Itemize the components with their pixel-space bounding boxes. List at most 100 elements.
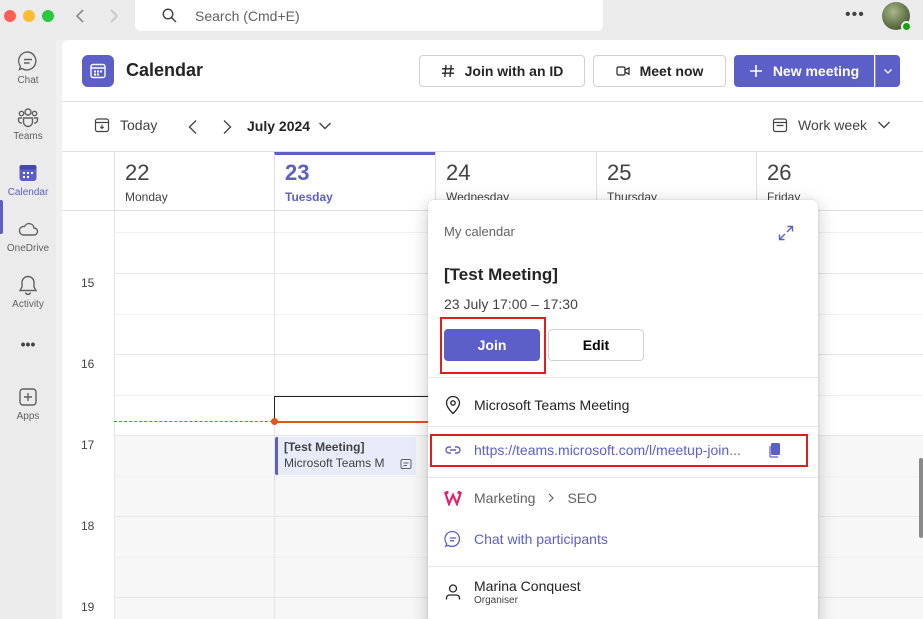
grid-column-line (114, 211, 115, 619)
rail-item-apps[interactable]: Apps (0, 386, 56, 422)
calendar-event[interactable]: [Test Meeting] Microsoft Teams M (275, 437, 416, 475)
rail-item-label: Teams (13, 131, 43, 142)
calendar-app-icon (82, 55, 114, 87)
join-with-id-button[interactable]: Join with an ID (419, 55, 585, 87)
hour-label: 16 (81, 357, 95, 371)
expand-icon[interactable] (777, 224, 795, 242)
link-icon (445, 446, 461, 454)
chevron-left-icon (188, 120, 197, 134)
back-arrow-icon[interactable] (73, 8, 89, 24)
team-logo-icon (444, 490, 462, 506)
new-meeting-dropdown-button[interactable] (875, 55, 900, 87)
today-label: Today (120, 117, 158, 133)
join-with-id-label: Join with an ID (464, 63, 564, 79)
rail-item-calendar[interactable]: Calendar (0, 162, 56, 198)
rail-more-button[interactable]: ••• (0, 336, 56, 352)
calendar-icon (19, 165, 37, 181)
current-time-indicator (274, 421, 439, 423)
chevron-down-icon (883, 69, 892, 74)
cloud-icon (18, 222, 39, 236)
rail-item-label: Chat (17, 75, 39, 86)
page-title: Calendar (126, 60, 204, 80)
organiser-details: Marina Conquest Organiser (474, 578, 581, 606)
selected-time-slot[interactable] (274, 396, 439, 422)
search-placeholder: Search (Cmd+E) (195, 8, 300, 24)
rail-item-onedrive[interactable]: OneDrive (0, 218, 56, 254)
person-icon (445, 584, 461, 600)
rail-item-label: Apps (16, 411, 40, 422)
channel-row[interactable]: Marketing SEO (444, 490, 597, 506)
chat-with-participants-label: Chat with participants (474, 531, 608, 547)
divider (428, 566, 818, 567)
plus-icon (749, 65, 762, 77)
event-location: Microsoft Teams M (284, 456, 385, 470)
chevron-right-icon (223, 120, 232, 134)
calendar-name: My calendar (444, 224, 515, 239)
rail-item-chat[interactable]: Chat (0, 50, 56, 86)
divider (428, 377, 818, 378)
apps-icon (19, 388, 37, 406)
hour-label: 18 (81, 519, 95, 533)
month-label: July 2024 (247, 118, 311, 134)
previous-week-button[interactable] (186, 119, 200, 135)
organiser-row[interactable]: Marina Conquest Organiser (444, 578, 581, 606)
copy-icon[interactable] (768, 442, 782, 458)
rail-item-label: OneDrive (6, 243, 50, 254)
day-header-monday[interactable]: 22 Monday (114, 152, 275, 211)
teams-icon (17, 108, 39, 128)
rail-item-activity[interactable]: Activity (0, 274, 56, 310)
event-title: [Test Meeting] (284, 440, 365, 454)
presence-available-icon (901, 21, 912, 32)
day-name: Tuesday (285, 190, 333, 204)
meeting-link[interactable]: https://teams.microsoft.com/l/meetup-joi… (474, 442, 756, 458)
channel-name: SEO (567, 490, 598, 506)
rail-item-teams[interactable]: Teams (0, 106, 56, 142)
day-number: 24 (446, 160, 471, 185)
chat-with-participants-link[interactable]: Chat with participants (444, 530, 608, 548)
hour-label: 17 (81, 438, 95, 452)
avatar[interactable] (882, 2, 912, 32)
day-number: 22 (125, 160, 150, 185)
team-name: Marketing (474, 490, 536, 506)
close-window-button[interactable] (4, 10, 16, 22)
search-input[interactable]: Search (Cmd+E) (135, 0, 603, 31)
hour-label: 15 (81, 276, 95, 290)
search-icon (162, 8, 177, 23)
teams-meeting-icon (400, 458, 412, 470)
rail-item-label: Activity (12, 299, 44, 310)
meeting-time: 23 July 17:00 – 17:30 (444, 296, 578, 312)
chevron-right-icon (549, 493, 555, 503)
meeting-location: Microsoft Teams Meeting (474, 397, 630, 413)
today-button[interactable]: Today (94, 117, 157, 133)
day-header-tuesday[interactable]: 23 Tuesday (274, 152, 435, 211)
minimize-window-button[interactable] (23, 10, 35, 22)
organiser-name: Marina Conquest (474, 578, 581, 594)
meet-now-button[interactable]: Meet now (593, 55, 726, 87)
join-button[interactable]: Join (444, 329, 540, 361)
vertical-scrollbar[interactable] (919, 458, 923, 538)
more-options-button[interactable]: ••• (845, 6, 865, 24)
divider (428, 477, 818, 478)
calendar-toolbar: Today July 2024 Work week (62, 102, 923, 152)
meeting-title: [Test Meeting] (444, 265, 558, 284)
chat-icon (17, 51, 37, 71)
chevron-down-icon (877, 121, 890, 129)
new-meeting-button[interactable]: New meeting (734, 55, 874, 87)
title-bar: Search (Cmd+E) ••• (0, 0, 923, 40)
meeting-location-row: Microsoft Teams Meeting (444, 395, 629, 415)
day-number: 25 (607, 160, 632, 185)
next-week-button[interactable] (220, 119, 234, 135)
hour-label: 19 (81, 600, 95, 614)
meeting-link-row[interactable]: https://teams.microsoft.com/l/meetup-joi… (444, 442, 782, 458)
forward-arrow-icon[interactable] (105, 8, 121, 24)
meeting-details-popup: My calendar [Test Meeting] 23 July 17:00… (428, 200, 818, 619)
calendar-view-icon (772, 118, 788, 133)
view-label: Work week (798, 117, 867, 133)
edit-button[interactable]: Edit (548, 329, 644, 361)
day-name: Monday (125, 190, 168, 204)
view-switcher[interactable]: Work week (772, 117, 891, 133)
calendar-header: Calendar Join with an ID Meet now New me… (62, 40, 923, 102)
app-rail: Chat Teams Calendar OneDrive Activity ••… (0, 40, 56, 619)
zoom-window-button[interactable] (42, 10, 54, 22)
month-picker[interactable]: July 2024 (247, 118, 332, 134)
